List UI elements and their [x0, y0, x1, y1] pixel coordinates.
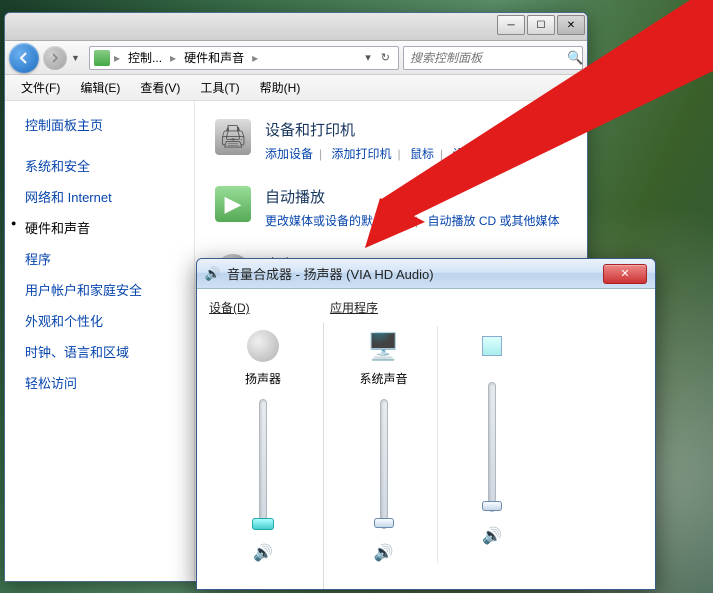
system-sounds-icon[interactable]: 🖥️ — [364, 330, 404, 362]
slider-thumb[interactable] — [252, 518, 274, 530]
mixer-app-name[interactable]: 系统声音 — [359, 370, 407, 387]
breadcrumb-root[interactable]: 控制... — [124, 48, 166, 67]
menu-tools[interactable]: 工具(T) — [190, 76, 249, 99]
category-devices: 🖨 设备和打印机 添加设备| 添加打印机| 鼠标| 设备管理器 — [215, 119, 567, 164]
breadcrumb-sep-icon: ▸ — [168, 51, 178, 65]
sidebar-home[interactable]: 控制面板主页 — [25, 115, 194, 134]
menubar: 文件(F) 编辑(E) 查看(V) 工具(T) 帮助(H) — [5, 75, 587, 101]
mixer-titlebar: 🔊 音量合成器 - 扬声器 (VIA HD Audio) ✕ — [197, 259, 655, 289]
mixer-title: 音量合成器 - 扬声器 (VIA HD Audio) — [227, 264, 603, 283]
apps-section-label: 应用程序 — [330, 299, 546, 316]
mixer-column-speaker: 扬声器 🔊 — [209, 326, 317, 563]
search-box[interactable]: 🔍 — [403, 46, 583, 70]
menu-view[interactable]: 查看(V) — [130, 76, 190, 99]
nav-toolbar: ▼ ▸ 控制... ▸ 硬件和声音 ▸ ▾ ↻ 🔍 — [5, 41, 587, 75]
arrow-left-icon — [17, 51, 31, 65]
close-button[interactable]: ✕ — [557, 15, 585, 35]
slider-thumb[interactable] — [374, 518, 394, 528]
link-autoplay-cd[interactable]: 自动播放 CD 或其他媒体 — [427, 214, 559, 228]
slider-thumb[interactable] — [482, 501, 502, 511]
device-section-label: 设备(D) — [209, 299, 317, 316]
sidebar-item-accounts[interactable]: 用户帐户和家庭安全 — [25, 274, 194, 305]
speaker-icon: 🔊 — [205, 266, 221, 282]
link-device-manager[interactable]: 设备管理器 — [452, 147, 512, 161]
menu-help[interactable]: 帮助(H) — [250, 76, 311, 99]
breadcrumb-current[interactable]: 硬件和声音 — [180, 48, 248, 67]
link-add-printer[interactable]: 添加打印机 — [331, 147, 391, 161]
control-panel-icon — [94, 50, 110, 66]
mixer-close-button[interactable]: ✕ — [603, 264, 647, 284]
sidebar: 控制面板主页 系统和安全 网络和 Internet 硬件和声音 程序 用户帐户和… — [5, 101, 195, 581]
volume-slider[interactable] — [259, 399, 267, 529]
nav-history-dropdown[interactable]: ▼ — [71, 53, 85, 63]
back-button[interactable] — [9, 43, 39, 73]
volume-slider[interactable] — [488, 382, 496, 512]
minimize-button[interactable]: ─ — [497, 15, 525, 35]
menu-edit[interactable]: 编辑(E) — [70, 76, 130, 99]
sidebar-item-clock[interactable]: 时钟、语言和区域 — [25, 336, 194, 367]
link-add-device[interactable]: 添加设备 — [265, 147, 313, 161]
mute-button[interactable]: 🔊 — [253, 543, 273, 563]
titlebar: ─ ☐ ✕ — [5, 13, 587, 41]
maximize-button[interactable]: ☐ — [527, 15, 555, 35]
category-title[interactable]: 设备和打印机 — [265, 119, 567, 140]
search-input[interactable] — [410, 51, 567, 65]
breadcrumb-sep-icon: ▸ — [112, 51, 122, 65]
breadcrumb-sep-icon: ▸ — [250, 51, 260, 65]
address-dropdown[interactable]: ▾ — [365, 51, 371, 64]
link-autoplay-defaults[interactable]: 更改媒体或设备的默认设置 — [265, 214, 409, 228]
sidebar-item-network[interactable]: 网络和 Internet — [25, 181, 194, 212]
mute-button[interactable]: 🔊 — [482, 526, 502, 546]
search-icon: 🔍 — [567, 50, 583, 66]
sidebar-item-programs[interactable]: 程序 — [25, 243, 194, 274]
speaker-device-icon[interactable] — [243, 330, 283, 362]
arrow-right-icon — [50, 53, 60, 63]
link-mouse[interactable]: 鼠标 — [410, 147, 434, 161]
sidebar-item-hardware[interactable]: 硬件和声音 — [25, 212, 194, 243]
autoplay-icon: ▶ — [215, 186, 251, 222]
forward-button — [43, 46, 67, 70]
volume-mixer-window: 🔊 音量合成器 - 扬声器 (VIA HD Audio) ✕ 设备(D) 扬声器… — [196, 258, 656, 590]
sidebar-item-ease[interactable]: 轻松访问 — [25, 367, 194, 398]
mixer-column-app: 🔊 — [438, 326, 546, 563]
menu-file[interactable]: 文件(F) — [11, 76, 70, 99]
address-bar[interactable]: ▸ 控制... ▸ 硬件和声音 ▸ ▾ ↻ — [89, 46, 399, 70]
printer-icon: 🖨 — [215, 119, 251, 155]
mixer-column-system: 🖥️ 系统声音 🔊 — [330, 326, 438, 563]
mute-button[interactable]: 🔊 — [374, 543, 394, 563]
volume-slider[interactable] — [380, 399, 388, 529]
mixer-device-name[interactable]: 扬声器 — [245, 370, 281, 387]
app-icon[interactable] — [472, 330, 512, 362]
refresh-button[interactable]: ↻ — [381, 51, 390, 64]
sidebar-item-system[interactable]: 系统和安全 — [25, 150, 194, 181]
sidebar-item-appearance[interactable]: 外观和个性化 — [25, 305, 194, 336]
category-title[interactable]: 自动播放 — [265, 186, 567, 207]
category-autoplay: ▶ 自动播放 更改媒体或设备的默认设置| 自动播放 CD 或其他媒体 — [215, 186, 567, 231]
